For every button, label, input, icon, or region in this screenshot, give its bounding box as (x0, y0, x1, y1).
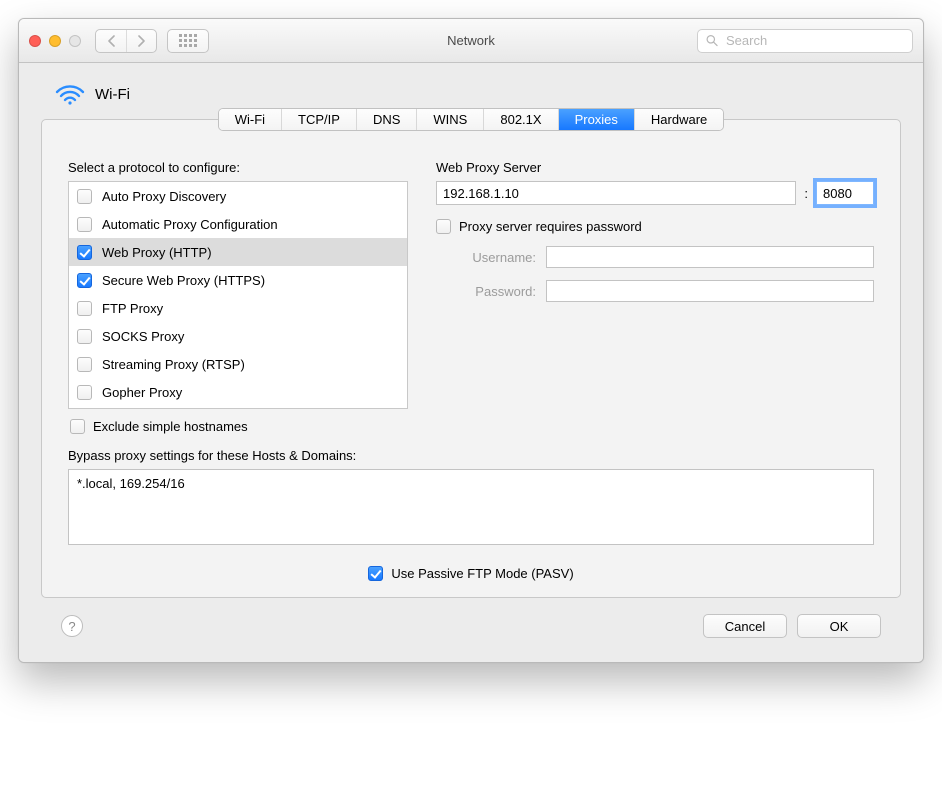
window-controls (29, 35, 81, 47)
cancel-button[interactable]: Cancel (703, 614, 787, 638)
protocol-row[interactable]: FTP Proxy (69, 294, 407, 322)
protocol-row[interactable]: Auto Proxy Discovery (69, 182, 407, 210)
back-button[interactable] (96, 30, 126, 52)
tab-strip: Wi-FiTCP/IPDNSWINS802.1XProxiesHardware (218, 108, 725, 131)
bypass-textarea[interactable] (68, 469, 874, 545)
protocol-checkbox[interactable] (77, 357, 92, 372)
protocol-row[interactable]: Secure Web Proxy (HTTPS) (69, 266, 407, 294)
protocol-row[interactable]: SOCKS Proxy (69, 322, 407, 350)
exclude-hostnames-row[interactable]: Exclude simple hostnames (70, 419, 408, 434)
protocol-label: Secure Web Proxy (HTTPS) (102, 273, 265, 288)
tabs-container: Wi-FiTCP/IPDNSWINS802.1XProxiesHardware (42, 108, 900, 131)
zoom-window-button[interactable] (69, 35, 81, 47)
search-field-wrapper[interactable] (697, 29, 913, 53)
tab-hardware[interactable]: Hardware (634, 109, 723, 130)
proxies-panel: Wi-FiTCP/IPDNSWINS802.1XProxiesHardware … (41, 119, 901, 598)
window-body: Wi-Fi Wi-FiTCP/IPDNSWINS802.1XProxiesHar… (19, 63, 923, 662)
host-port-separator: : (802, 186, 810, 201)
interface-header: Wi-Fi (55, 83, 901, 105)
interface-name: Wi-Fi (95, 86, 130, 103)
pasv-row[interactable]: Use Passive FTP Mode (PASV) (42, 566, 900, 581)
footer: ? Cancel OK (41, 598, 901, 642)
minimize-window-button[interactable] (49, 35, 61, 47)
exclude-hostnames-label: Exclude simple hostnames (93, 419, 248, 434)
proxy-server-column: Web Proxy Server : Proxy server requires… (436, 160, 874, 434)
exclude-hostnames-checkbox[interactable] (70, 419, 85, 434)
tab-dns[interactable]: DNS (356, 109, 416, 130)
protocol-row[interactable]: Web Proxy (HTTP) (69, 238, 407, 266)
protocol-checkbox[interactable] (77, 245, 92, 260)
search-icon (706, 34, 718, 47)
auth-required-label: Proxy server requires password (459, 219, 642, 234)
protocols-listbox[interactable]: Auto Proxy Discovery Automatic Proxy Conf… (68, 181, 408, 409)
password-input[interactable] (546, 280, 874, 302)
password-label: Password: (436, 284, 536, 299)
chevron-left-icon (107, 35, 116, 47)
proxy-port-input[interactable] (816, 181, 874, 205)
username-input[interactable] (546, 246, 874, 268)
protocol-checkbox[interactable] (77, 189, 92, 204)
search-input[interactable] (724, 32, 904, 49)
network-preferences-window: Network Wi-Fi Wi-FiTCP/IPDNS (18, 18, 924, 663)
protocol-checkbox[interactable] (77, 385, 92, 400)
chevron-right-icon (137, 35, 146, 47)
protocol-label: Auto Proxy Discovery (102, 189, 226, 204)
protocol-row[interactable]: Gopher Proxy (69, 378, 407, 406)
protocol-label: Streaming Proxy (RTSP) (102, 357, 245, 372)
nav-buttons (95, 29, 157, 53)
pasv-label: Use Passive FTP Mode (PASV) (391, 566, 573, 581)
protocol-label: Web Proxy (HTTP) (102, 245, 212, 260)
bypass-label: Bypass proxy settings for these Hosts & … (68, 448, 874, 463)
show-all-button[interactable] (167, 29, 209, 53)
titlebar: Network (19, 19, 923, 63)
close-window-button[interactable] (29, 35, 41, 47)
password-row: Password: (436, 280, 874, 302)
tab-wi-fi[interactable]: Wi-Fi (219, 109, 281, 130)
username-label: Username: (436, 250, 536, 265)
pasv-checkbox[interactable] (368, 566, 383, 581)
wifi-icon (55, 83, 85, 105)
protocol-label: Automatic Proxy Configuration (102, 217, 278, 232)
protocol-checkbox[interactable] (77, 329, 92, 344)
protocol-row[interactable]: Streaming Proxy (RTSP) (69, 350, 407, 378)
tab-tcp-ip[interactable]: TCP/IP (281, 109, 356, 130)
auth-required-row[interactable]: Proxy server requires password (436, 219, 874, 234)
protocols-column: Select a protocol to configure: Auto Pro… (68, 160, 408, 434)
protocol-checkbox[interactable] (77, 273, 92, 288)
grid-icon (179, 34, 197, 47)
username-row: Username: (436, 246, 874, 268)
protocol-row[interactable]: Automatic Proxy Configuration (69, 210, 407, 238)
ok-button[interactable]: OK (797, 614, 881, 638)
tab-proxies[interactable]: Proxies (558, 109, 634, 130)
protocol-checkbox[interactable] (77, 301, 92, 316)
protocol-label: Gopher Proxy (102, 385, 182, 400)
tab-wins[interactable]: WINS (416, 109, 483, 130)
help-button[interactable]: ? (61, 615, 83, 637)
proxy-server-label: Web Proxy Server (436, 160, 874, 175)
proxy-host-input[interactable] (436, 181, 796, 205)
tab-802-1x[interactable]: 802.1X (483, 109, 557, 130)
auth-required-checkbox[interactable] (436, 219, 451, 234)
protocols-label: Select a protocol to configure: (68, 160, 408, 175)
protocol-label: SOCKS Proxy (102, 329, 184, 344)
protocol-checkbox[interactable] (77, 217, 92, 232)
protocol-label: FTP Proxy (102, 301, 163, 316)
forward-button[interactable] (126, 30, 156, 52)
